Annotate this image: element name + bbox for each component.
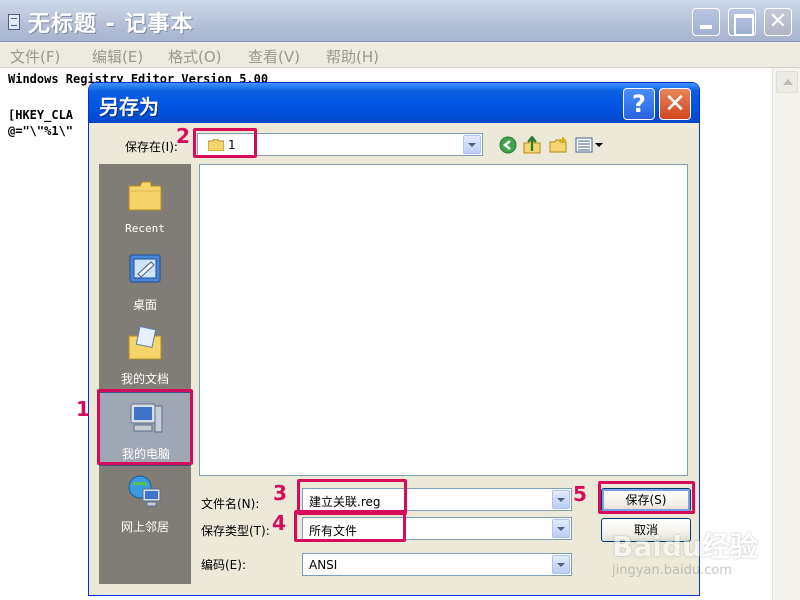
network-places-icon xyxy=(128,475,161,507)
up-folder-icon[interactable] xyxy=(523,136,541,154)
place-my-documents[interactable]: 我的文档 xyxy=(99,318,191,392)
annotation-number: 2 xyxy=(176,124,190,148)
watermark-logo: Baidu经验 xyxy=(612,530,758,563)
place-label: Recent xyxy=(125,222,165,235)
place-label: 我的文档 xyxy=(120,372,169,386)
desktop-icon xyxy=(129,254,161,283)
close-icon: ✕ xyxy=(768,9,788,34)
encoding-dropdown[interactable]: ANSI xyxy=(302,553,572,576)
annotation-number: 1 xyxy=(76,397,90,421)
annotation-box xyxy=(97,389,193,465)
annotation-box xyxy=(294,510,406,542)
chevron-down-icon[interactable] xyxy=(463,135,481,154)
watermark-url: jingyan.baidu.com xyxy=(612,563,732,578)
annotation-number: 3 xyxy=(273,481,287,505)
vertical-scrollbar[interactable] xyxy=(772,68,800,600)
annotation-number: 5 xyxy=(573,482,587,506)
scroll-up-arrow-icon[interactable] xyxy=(776,71,798,93)
text-line: @="\"%1\" xyxy=(8,124,74,138)
dialog-title: 另存为 xyxy=(99,95,159,119)
notepad-app-icon xyxy=(8,14,20,30)
notepad-title: 无标题 - 记事本 xyxy=(28,12,194,37)
dialog-titlebar[interactable]: 另存为 ? ✕ xyxy=(89,83,699,123)
chevron-down-icon[interactable] xyxy=(552,519,570,538)
text-line: [HKEY_CLA xyxy=(8,108,74,122)
maximize-button[interactable] xyxy=(728,8,756,36)
place-recent[interactable]: Recent xyxy=(99,170,191,244)
notepad-titlebar: 无标题 - 记事本 ✕ xyxy=(0,0,800,42)
annotation-number: 4 xyxy=(272,511,286,535)
annotation-box xyxy=(193,128,257,158)
help-button[interactable]: ? xyxy=(623,88,655,120)
dialog-close-button[interactable]: ✕ xyxy=(659,88,691,120)
chevron-down-icon[interactable] xyxy=(552,490,570,509)
recent-folder-icon xyxy=(128,181,162,211)
filetype-label: 保存类型(T): xyxy=(201,524,270,538)
new-folder-icon[interactable] xyxy=(549,136,567,154)
menu-edit[interactable]: 编辑(E) xyxy=(92,46,143,67)
menu-help[interactable]: 帮助(H) xyxy=(326,46,379,67)
back-arrow-icon[interactable] xyxy=(499,136,517,154)
place-desktop[interactable]: 桌面 xyxy=(99,244,191,318)
menu-file[interactable]: 文件(F) xyxy=(10,46,60,67)
place-label: 网上邻居 xyxy=(120,520,169,534)
file-list[interactable] xyxy=(199,164,688,476)
notepad-menubar: 文件(F) 编辑(E) 格式(O) 查看(V) 帮助(H) xyxy=(0,42,800,68)
filename-label: 文件名(N): xyxy=(201,497,260,511)
my-documents-icon xyxy=(128,326,162,360)
menu-format[interactable]: 格式(O) xyxy=(168,46,222,67)
notepad-close-button[interactable]: ✕ xyxy=(764,8,792,36)
menu-view[interactable]: 查看(V) xyxy=(248,46,300,67)
place-network[interactable]: 网上邻居 xyxy=(99,466,191,540)
annotation-box xyxy=(598,481,695,514)
minimize-button[interactable] xyxy=(692,8,720,36)
place-label: 桌面 xyxy=(132,298,157,312)
views-menu-icon[interactable] xyxy=(575,136,605,154)
chevron-down-icon[interactable] xyxy=(552,555,570,574)
encoding-label: 编码(E): xyxy=(201,558,246,572)
places-bar: Recent 桌面 我的文档 我的电脑 网上邻居 xyxy=(99,164,191,584)
watermark: Baidu经验 jingyan.baidu.com xyxy=(612,525,796,597)
encoding-value: ANSI xyxy=(309,558,338,572)
save-in-label: 保存在(I): xyxy=(125,140,178,154)
